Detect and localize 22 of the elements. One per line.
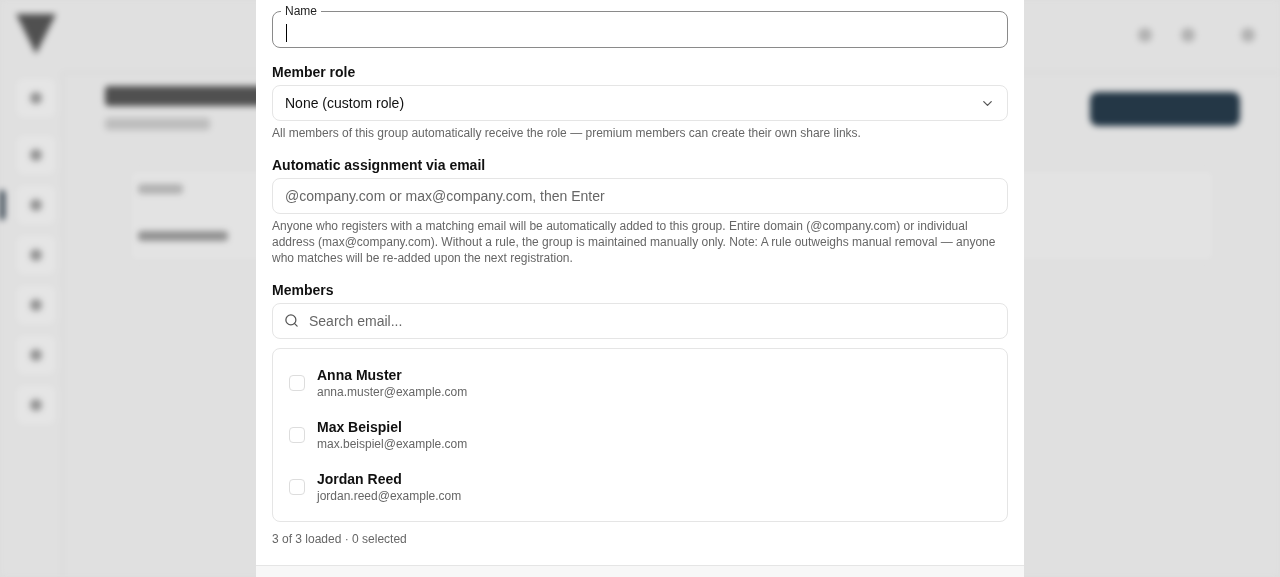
- email-rule-field[interactable]: @company.com or max@company.com, then Enter: [272, 178, 1008, 214]
- text-cursor: [286, 24, 287, 42]
- search-field[interactable]: Search email...: [272, 303, 1008, 339]
- member-email: max.beispiel@example.com: [317, 436, 468, 452]
- checkbox[interactable]: [289, 427, 305, 443]
- member-email: jordan.reed@example.com: [317, 488, 462, 504]
- checkbox[interactable]: [289, 375, 305, 391]
- section-label: Members: [272, 281, 335, 299]
- role-select[interactable]: None (custom role): [272, 85, 1008, 121]
- search-icon: [284, 313, 299, 328]
- help-text: Anyone who registers with a matching email will be automatically added to this group. Entire domain (@company.com) or individual address (max@company.com). Without a rule, the group is maintained manually only. Note: A rule outweighs manual removal — anyone who matches will be re-added upon the next registration.: [272, 218, 997, 266]
- member-email: anna.muster@example.com: [317, 384, 468, 400]
- checkbox[interactable]: [289, 479, 305, 495]
- section-label: Member role: [272, 63, 357, 81]
- member-name: Anna Muster: [317, 366, 403, 384]
- name-field[interactable]: Name: [272, 4, 1008, 48]
- field-label: Name: [284, 4, 318, 18]
- section-label: Automatic assignment via email: [272, 156, 487, 174]
- member-name: Max Beispiel: [317, 418, 403, 436]
- help-text: All members of this group automatically receive the role — premium members can create their own share links.: [272, 125, 862, 141]
- member-name: Jordan Reed: [317, 470, 403, 488]
- list-status: 3 of 3 loaded · 0 selected: [272, 531, 408, 547]
